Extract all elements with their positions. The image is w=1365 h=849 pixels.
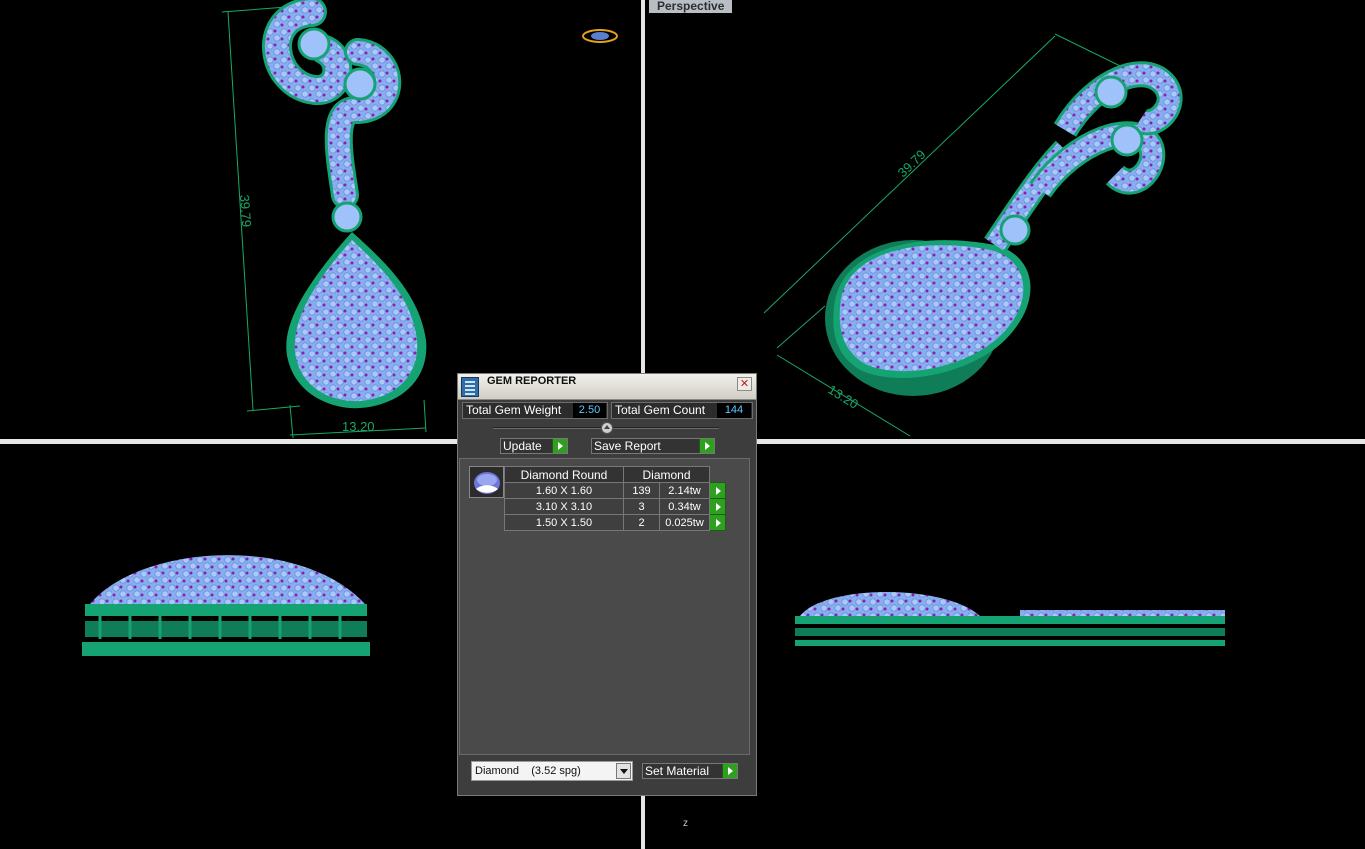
pendant-teardrop bbox=[286, 232, 427, 409]
column-header-shape: Diamond Round bbox=[504, 466, 624, 483]
gem-table: Diamond Round Diamond 1.60 X 1.60 139 2.… bbox=[504, 466, 726, 531]
gem-count-cell: 139 bbox=[623, 482, 660, 499]
total-gem-count-value: 144 bbox=[717, 403, 751, 418]
material-select[interactable]: Diamond (3.52 spg) bbox=[471, 761, 633, 781]
save-report-button[interactable]: Save Report bbox=[591, 438, 715, 454]
gem-reporter-title: GEM REPORTER bbox=[487, 375, 577, 387]
gem-weight-cell: 2.14tw bbox=[659, 482, 710, 499]
table-row[interactable]: 3.10 X 3.10 3 0.34tw bbox=[504, 498, 726, 515]
gem-count-cell: 2 bbox=[623, 514, 660, 531]
gem-weight-cell: 0.34tw bbox=[659, 498, 710, 515]
gem-reporter-icon bbox=[461, 377, 479, 397]
viewport-label-perspective[interactable]: Perspective bbox=[649, 0, 733, 13]
dimension-label-height-perspective: 39.79 bbox=[895, 147, 929, 180]
report-slider-handle[interactable] bbox=[601, 422, 613, 434]
table-row[interactable]: 1.60 X 1.60 139 2.14tw bbox=[504, 482, 726, 499]
table-row[interactable]: 1.50 X 1.50 2 0.025tw bbox=[504, 514, 726, 531]
close-button[interactable]: ✕ bbox=[737, 377, 752, 391]
perspective-pendant bbox=[825, 61, 1183, 396]
close-icon: ✕ bbox=[739, 378, 750, 390]
gem-reporter-window: GEM REPORTER ✕ Total Gem Weight 2.50 Tot… bbox=[457, 373, 757, 796]
select-row-button[interactable] bbox=[709, 514, 726, 531]
total-gem-weight-value: 2.50 bbox=[573, 403, 606, 418]
diamond-round-icon[interactable] bbox=[469, 466, 504, 498]
ring-thumbnail-icon bbox=[582, 29, 618, 43]
set-material-button[interactable]: Set Material bbox=[642, 763, 738, 779]
pendant-swirl bbox=[262, 0, 402, 233]
gem-size-cell: 3.10 X 3.10 bbox=[504, 498, 624, 515]
select-row-button[interactable] bbox=[709, 482, 726, 499]
dimension-label-height: 39.79 bbox=[237, 194, 254, 228]
column-header-material: Diamond bbox=[623, 466, 710, 483]
play-arrow-icon bbox=[699, 439, 714, 453]
play-arrow-icon bbox=[552, 439, 567, 453]
gem-list-panel: Diamond Round Diamond 1.60 X 1.60 139 2.… bbox=[459, 458, 750, 755]
dimension-label-width-perspective: 13.20 bbox=[825, 382, 861, 412]
gem-size-cell: 1.50 X 1.50 bbox=[504, 514, 624, 531]
gem-count-cell: 3 bbox=[623, 498, 660, 515]
play-arrow-icon bbox=[722, 764, 737, 778]
axis-label-z: z bbox=[683, 818, 688, 829]
gem-size-cell: 1.60 X 1.60 bbox=[504, 482, 624, 499]
select-row-button[interactable] bbox=[709, 498, 726, 515]
chevron-down-icon[interactable] bbox=[616, 763, 631, 779]
gem-table-header: Diamond Round Diamond bbox=[504, 466, 726, 483]
update-button[interactable]: Update bbox=[500, 438, 568, 454]
gem-weight-cell: 0.025tw bbox=[659, 514, 710, 531]
gem-reporter-titlebar[interactable]: GEM REPORTER ✕ bbox=[458, 374, 756, 400]
dimension-label-width: 13.20 bbox=[342, 419, 375, 434]
